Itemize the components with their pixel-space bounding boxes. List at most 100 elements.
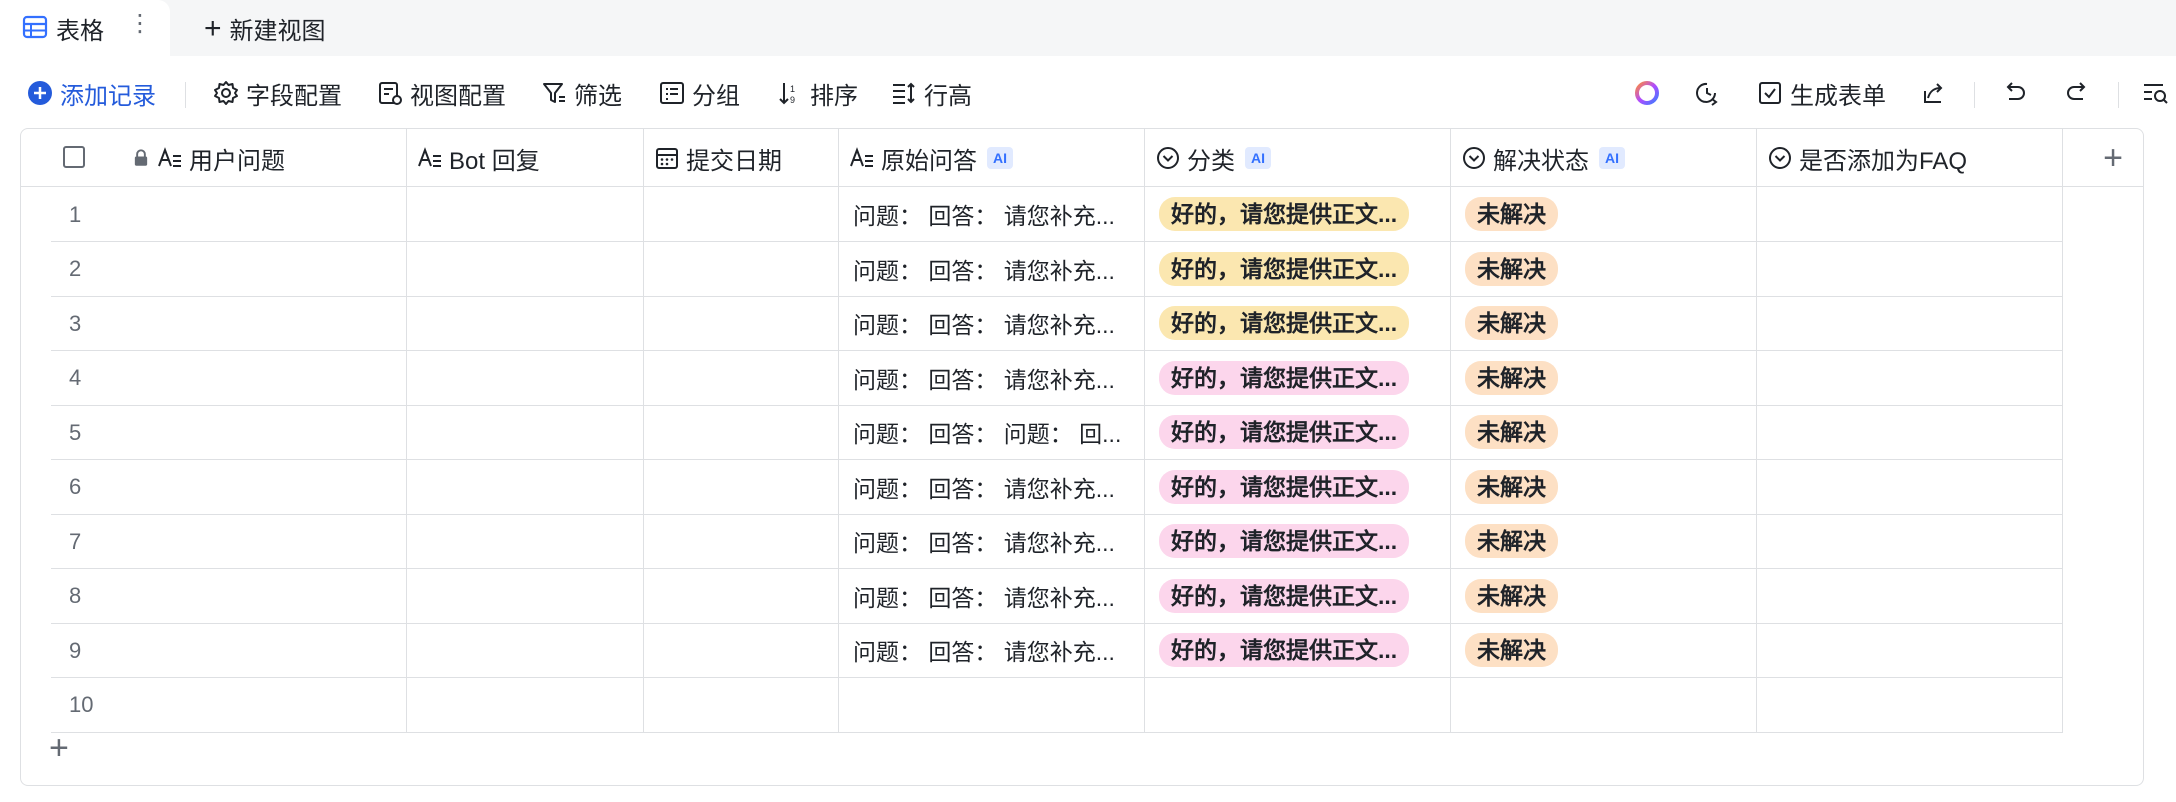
column-header-user-question[interactable]: 用户问题 [121, 129, 407, 187]
cell-bot-reply[interactable] [407, 568, 644, 624]
cell-submit-date[interactable] [644, 350, 839, 406]
cell-user-question[interactable] [121, 514, 407, 569]
table-row[interactable]: 6 问题： 回答： 请您补充... 好的，请您提供正文... 未解决 [21, 459, 2143, 515]
ai-assistant-icon[interactable] [1630, 76, 1664, 110]
field-config-button[interactable]: 字段配置 [212, 76, 342, 110]
cell-category[interactable]: 好的，请您提供正文... [1145, 187, 1451, 242]
table-row[interactable]: 2 问题： 回答： 请您补充... 好的，请您提供正文... 未解决 [21, 241, 2143, 297]
cell-add-to-faq[interactable] [1757, 241, 2063, 297]
tab-table[interactable]: 表格 ⋮ [0, 0, 170, 56]
cell-resolve-status[interactable]: 未解决 [1451, 241, 1757, 297]
table-row[interactable]: 4 问题： 回答： 请您补充... 好的，请您提供正文... 未解决 [21, 350, 2143, 406]
column-header-resolve-status[interactable]: 解决状态 AI [1451, 129, 1757, 187]
undo-icon[interactable] [1998, 76, 2032, 110]
cell-user-question[interactable] [121, 405, 407, 460]
cell-submit-date[interactable] [644, 677, 839, 733]
cell-bot-reply[interactable] [407, 405, 644, 460]
cell-submit-date[interactable] [644, 241, 839, 297]
table-row[interactable]: 10 [21, 677, 2143, 733]
cell-category[interactable]: 好的，请您提供正文... [1145, 350, 1451, 406]
cell-add-to-faq[interactable] [1757, 514, 2063, 569]
cell-original-qa[interactable]: 问题： 回答： 问题： 回... [839, 405, 1145, 460]
redo-icon[interactable] [2060, 76, 2094, 110]
cell-add-to-faq[interactable] [1757, 350, 2063, 406]
cell-submit-date[interactable] [644, 623, 839, 678]
table-row[interactable]: 8 问题： 回答： 请您补充... 好的，请您提供正文... 未解决 [21, 568, 2143, 624]
cell-resolve-status[interactable]: 未解决 [1451, 296, 1757, 351]
cell-submit-date[interactable] [644, 187, 839, 242]
cell-user-question[interactable] [121, 296, 407, 351]
cell-original-qa[interactable]: 问题： 回答： 请您补充... [839, 623, 1145, 678]
cell-submit-date[interactable] [644, 568, 839, 624]
column-header-add-to-faq[interactable]: 是否添加为FAQ [1757, 129, 2063, 187]
cell-submit-date[interactable] [644, 459, 839, 515]
table-row[interactable]: 5 问题： 回答： 问题： 回... 好的，请您提供正文... 未解决 [21, 405, 2143, 460]
cell-bot-reply[interactable] [407, 296, 644, 351]
new-view-button[interactable]: + 新建视图 [204, 11, 326, 46]
cell-submit-date[interactable] [644, 296, 839, 351]
cell-category[interactable]: 好的，请您提供正文... [1145, 241, 1451, 297]
cell-add-to-faq[interactable] [1757, 187, 2063, 242]
cell-original-qa[interactable]: 问题： 回答： 请您补充... [839, 514, 1145, 569]
search-records-icon[interactable] [2138, 76, 2172, 110]
column-header-submit-date[interactable]: 提交日期 [644, 129, 839, 187]
cell-add-to-faq[interactable] [1757, 459, 2063, 515]
cell-submit-date[interactable] [644, 405, 839, 460]
cell-bot-reply[interactable] [407, 241, 644, 297]
row-height-button[interactable]: 行高 [890, 76, 972, 110]
cell-category[interactable]: 好的，请您提供正文... [1145, 296, 1451, 351]
select-all-checkbox[interactable] [63, 146, 85, 168]
cell-original-qa[interactable]: 问题： 回答： 请您补充... [839, 350, 1145, 406]
cell-category[interactable]: 好的，请您提供正文... [1145, 459, 1451, 515]
filter-button[interactable]: 筛选 [540, 76, 622, 110]
cell-user-question[interactable] [121, 677, 407, 733]
cell-bot-reply[interactable] [407, 459, 644, 515]
cell-resolve-status[interactable]: 未解决 [1451, 405, 1757, 460]
table-row[interactable]: 7 问题： 回答： 请您补充... 好的，请您提供正文... 未解决 [21, 514, 2143, 569]
column-header-original-qa[interactable]: 原始问答 AI [839, 129, 1145, 187]
cell-category[interactable]: 好的，请您提供正文... [1145, 623, 1451, 678]
cell-resolve-status[interactable]: 未解决 [1451, 350, 1757, 406]
sort-button[interactable]: 19 排序 [776, 76, 858, 110]
automation-clock-icon[interactable] [1690, 76, 1724, 110]
table-row[interactable]: 9 问题： 回答： 请您补充... 好的，请您提供正文... 未解决 [21, 623, 2143, 678]
cell-bot-reply[interactable] [407, 187, 644, 242]
cell-user-question[interactable] [121, 623, 407, 678]
cell-submit-date[interactable] [644, 514, 839, 569]
view-config-button[interactable]: 视图配置 [376, 76, 506, 110]
column-header-bot-reply[interactable]: Bot 回复 [407, 129, 644, 187]
cell-bot-reply[interactable] [407, 514, 644, 569]
cell-original-qa[interactable]: 问题： 回答： 请您补充... [839, 296, 1145, 351]
table-row[interactable]: 1 问题： 回答： 请您补充... 好的，请您提供正文... 未解决 [21, 187, 2143, 242]
cell-user-question[interactable] [121, 350, 407, 406]
cell-bot-reply[interactable] [407, 350, 644, 406]
cell-add-to-faq[interactable] [1757, 296, 2063, 351]
cell-add-to-faq[interactable] [1757, 677, 2063, 733]
table-row[interactable]: 3 问题： 回答： 请您补充... 好的，请您提供正文... 未解决 [21, 296, 2143, 351]
add-record-button[interactable]: 添加记录 [26, 76, 156, 110]
cell-original-qa[interactable] [839, 677, 1145, 733]
cell-original-qa[interactable]: 问题： 回答： 请您补充... [839, 241, 1145, 297]
cell-resolve-status[interactable]: 未解决 [1451, 459, 1757, 515]
cell-add-to-faq[interactable] [1757, 568, 2063, 624]
cell-add-to-faq[interactable] [1757, 623, 2063, 678]
cell-resolve-status[interactable]: 未解决 [1451, 568, 1757, 624]
share-icon[interactable] [1916, 76, 1950, 110]
cell-category[interactable]: 好的，请您提供正文... [1145, 405, 1451, 460]
cell-user-question[interactable] [121, 187, 407, 242]
cell-resolve-status[interactable]: 未解决 [1451, 187, 1757, 242]
cell-bot-reply[interactable] [407, 623, 644, 678]
cell-add-to-faq[interactable] [1757, 405, 2063, 460]
add-row-button[interactable]: + [49, 729, 69, 768]
add-column-button[interactable]: + [2063, 129, 2143, 187]
cell-category[interactable] [1145, 677, 1451, 733]
more-vertical-icon[interactable]: ⋮ [128, 9, 152, 38]
cell-resolve-status[interactable]: 未解决 [1451, 514, 1757, 569]
column-header-category[interactable]: 分类 AI [1145, 129, 1451, 187]
cell-original-qa[interactable]: 问题： 回答： 请您补充... [839, 187, 1145, 242]
cell-category[interactable]: 好的，请您提供正文... [1145, 568, 1451, 624]
cell-bot-reply[interactable] [407, 677, 644, 733]
cell-resolve-status[interactable] [1451, 677, 1757, 733]
cell-category[interactable]: 好的，请您提供正文... [1145, 514, 1451, 569]
cell-user-question[interactable] [121, 459, 407, 515]
